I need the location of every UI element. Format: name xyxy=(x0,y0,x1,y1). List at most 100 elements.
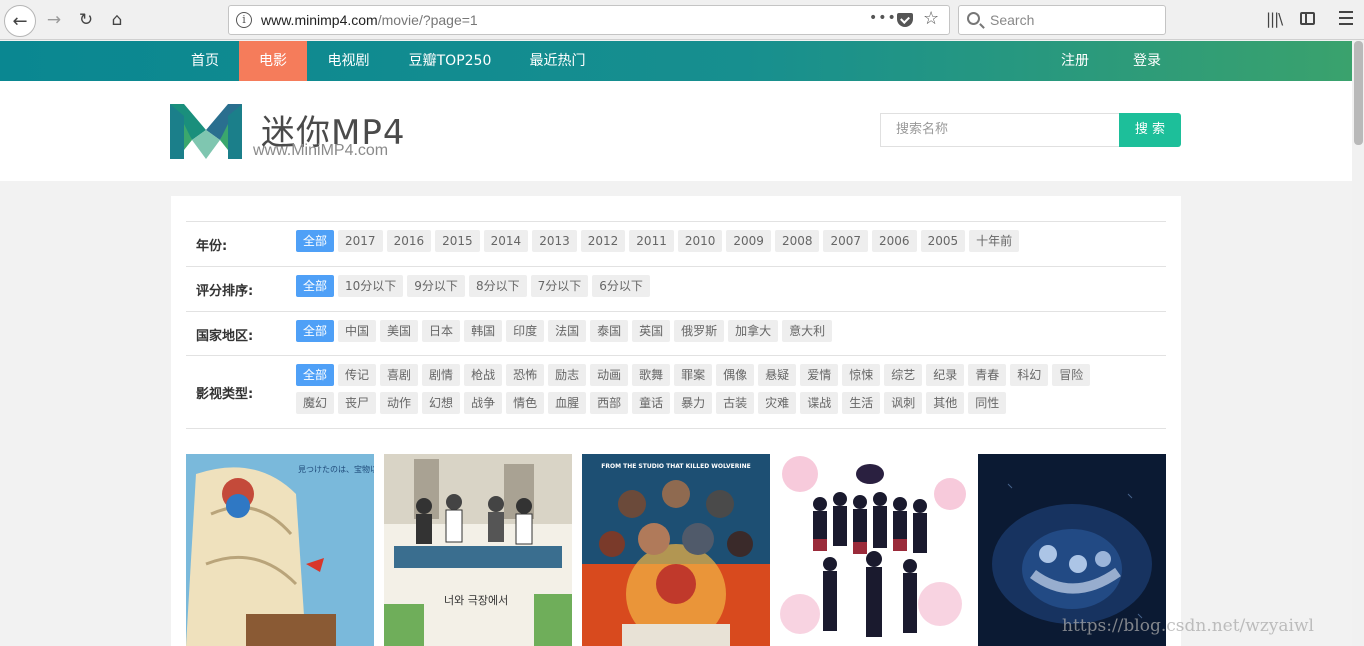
filter-tag-country[interactable]: 意大利 xyxy=(782,320,833,342)
filter-tag-genre[interactable]: 罪案 xyxy=(674,364,713,386)
filter-tag-genre[interactable]: 讽刺 xyxy=(884,392,923,414)
library-icon[interactable]: |||\ xyxy=(1266,10,1283,28)
nav-item-movies[interactable]: 电影 xyxy=(239,41,307,81)
nav-item-douban-top250[interactable]: 豆瓣TOP250 xyxy=(390,41,510,81)
filter-tag-country[interactable]: 美国 xyxy=(380,320,419,342)
home-button[interactable]: ⌂ xyxy=(103,6,131,34)
filter-tag-country[interactable]: 加拿大 xyxy=(728,320,779,342)
register-link[interactable]: 注册 xyxy=(1040,41,1110,81)
filter-tag-genre[interactable]: 战争 xyxy=(464,392,503,414)
filter-tag-rating[interactable]: 6分以下 xyxy=(592,275,650,297)
filter-tag-year[interactable]: 十年前 xyxy=(969,230,1020,252)
filter-tag-genre[interactable]: 灾难 xyxy=(758,392,797,414)
filter-tag-genre[interactable]: 冒险 xyxy=(1052,364,1091,386)
forward-button[interactable]: → xyxy=(40,6,68,34)
filter-tag-genre[interactable]: 暴力 xyxy=(674,392,713,414)
filter-tag-genre[interactable]: 其他 xyxy=(926,392,965,414)
back-button[interactable]: ← xyxy=(4,5,36,37)
page-actions-menu-icon[interactable]: ••• xyxy=(869,10,897,26)
page-scrollbar-thumb[interactable] xyxy=(1354,41,1363,145)
filter-tag-genre[interactable]: 谍战 xyxy=(800,392,839,414)
filter-tag-year[interactable]: 2015 xyxy=(435,230,480,252)
filter-tag-genre[interactable]: 传记 xyxy=(338,364,377,386)
reload-button[interactable]: ↻ xyxy=(72,6,100,34)
movie-poster-4[interactable] xyxy=(780,454,968,646)
filter-tag-country[interactable]: 英国 xyxy=(632,320,671,342)
filter-tag-genre[interactable]: 情色 xyxy=(506,392,545,414)
browser-search-field[interactable]: Search xyxy=(958,5,1166,35)
filter-tag-genre[interactable]: 恐怖 xyxy=(506,364,545,386)
filter-tag-genre[interactable]: 动作 xyxy=(380,392,419,414)
address-bar[interactable]: i www.minimp4.com/movie/?page=1 ••• ☆ xyxy=(228,5,950,35)
filter-tag-genre[interactable]: 童话 xyxy=(632,392,671,414)
filter-tag-genre[interactable]: 生活 xyxy=(842,392,881,414)
nav-item-tv[interactable]: 电视剧 xyxy=(307,41,390,81)
filter-tag-year[interactable]: 2009 xyxy=(726,230,771,252)
filter-tag-genre[interactable]: 枪战 xyxy=(464,364,503,386)
filter-tag-genre[interactable]: 同性 xyxy=(968,392,1007,414)
filter-tag-genre[interactable]: 丧尸 xyxy=(338,392,377,414)
filter-tag-year[interactable]: 2006 xyxy=(872,230,917,252)
filter-tag-year[interactable]: 2014 xyxy=(483,230,529,252)
filter-tag-year[interactable]: 2010 xyxy=(677,230,723,252)
filter-tag-genre[interactable]: 偶像 xyxy=(716,364,755,386)
filter-tag-genre[interactable]: 古装 xyxy=(716,392,755,414)
filter-tag-year[interactable]: 2016 xyxy=(386,230,432,252)
logo-m-icon[interactable] xyxy=(170,104,242,159)
hamburger-menu-icon[interactable] xyxy=(1339,11,1353,29)
filter-tag-year[interactable]: 2007 xyxy=(823,230,869,252)
filter-tag-country[interactable]: 中国 xyxy=(338,320,377,342)
filter-tag-country[interactable]: 全部 xyxy=(296,320,335,342)
movie-poster-1[interactable]: 見つけたのは、宝物以上の、宝物。 xyxy=(186,454,374,646)
filter-tag-country[interactable]: 印度 xyxy=(506,320,545,342)
filter-tag-genre[interactable]: 喜剧 xyxy=(380,364,419,386)
filter-tag-year[interactable]: 2008 xyxy=(774,230,820,252)
filter-tag-year[interactable]: 全部 xyxy=(296,230,335,252)
filter-tag-rating[interactable]: 9分以下 xyxy=(407,275,465,297)
filter-tag-genre[interactable]: 悬疑 xyxy=(758,364,797,386)
tag-line: 全部 传记 喜剧 剧情 枪战 恐怖 励志 动画 歌舞 罪案 偶像 悬疑 爱情 惊悚 综艺 纪录 青春 科幻 冒险 xyxy=(296,364,1094,386)
filter-tag-genre[interactable]: 幻想 xyxy=(422,392,461,414)
url-text[interactable]: www.minimp4.com/movie/?page=1 xyxy=(261,12,478,28)
info-icon[interactable]: i xyxy=(236,12,252,28)
sidebar-icon[interactable] xyxy=(1300,12,1315,25)
nav-item-hot[interactable]: 最近热门 xyxy=(510,41,605,81)
filter-tag-country[interactable]: 法国 xyxy=(548,320,587,342)
filter-tag-genre[interactable]: 青春 xyxy=(968,364,1007,386)
filter-tag-genre[interactable]: 西部 xyxy=(590,392,629,414)
filter-tag-year[interactable]: 2011 xyxy=(629,230,674,252)
filter-tag-genre[interactable]: 血腥 xyxy=(548,392,587,414)
filter-tag-year[interactable]: 2017 xyxy=(338,230,383,252)
filter-tag-genre[interactable]: 剧情 xyxy=(422,364,461,386)
filter-tag-genre[interactable]: 综艺 xyxy=(884,364,923,386)
filter-tag-genre[interactable]: 纪录 xyxy=(926,364,965,386)
pocket-icon[interactable] xyxy=(897,13,913,27)
filter-tag-genre[interactable]: 科幻 xyxy=(1010,364,1049,386)
filter-tag-genre[interactable]: 爱情 xyxy=(800,364,839,386)
login-link[interactable]: 登录 xyxy=(1112,41,1182,81)
filter-tag-genre[interactable]: 全部 xyxy=(296,364,335,386)
filter-tag-genre[interactable]: 动画 xyxy=(590,364,629,386)
bookmark-star-icon[interactable]: ☆ xyxy=(923,8,939,29)
filter-tag-year[interactable]: 2005 xyxy=(920,230,966,252)
filter-tag-rating[interactable]: 7分以下 xyxy=(530,275,589,297)
filter-label-genre: 影视类型: xyxy=(196,387,254,402)
filter-tag-rating[interactable]: 8分以下 xyxy=(468,275,527,297)
filter-tag-country[interactable]: 韩国 xyxy=(464,320,503,342)
filter-tag-genre[interactable]: 魔幻 xyxy=(296,392,335,414)
filter-tag-rating[interactable]: 10分以下 xyxy=(338,275,404,297)
filter-tag-country[interactable]: 泰国 xyxy=(590,320,629,342)
filter-tag-rating[interactable]: 全部 xyxy=(296,275,335,297)
filter-tag-genre[interactable]: 歌舞 xyxy=(632,364,671,386)
site-search-input[interactable]: 搜索名称 xyxy=(880,113,1120,147)
movie-poster-3[interactable]: FROM THE STUDIO THAT KILLED WOLVERINE xyxy=(582,454,770,646)
nav-item-home[interactable]: 首页 xyxy=(171,41,239,81)
filter-tag-country[interactable]: 日本 xyxy=(422,320,461,342)
filter-tag-country[interactable]: 俄罗斯 xyxy=(674,320,725,342)
movie-poster-2[interactable]: 너와 극장에서 xyxy=(384,454,572,646)
filter-tag-year[interactable]: 2013 xyxy=(532,230,577,252)
filter-tag-genre[interactable]: 励志 xyxy=(548,364,587,386)
site-search-button[interactable]: 搜 索 xyxy=(1119,113,1181,147)
filter-tag-year[interactable]: 2012 xyxy=(580,230,626,252)
filter-tag-genre[interactable]: 惊悚 xyxy=(842,364,881,386)
